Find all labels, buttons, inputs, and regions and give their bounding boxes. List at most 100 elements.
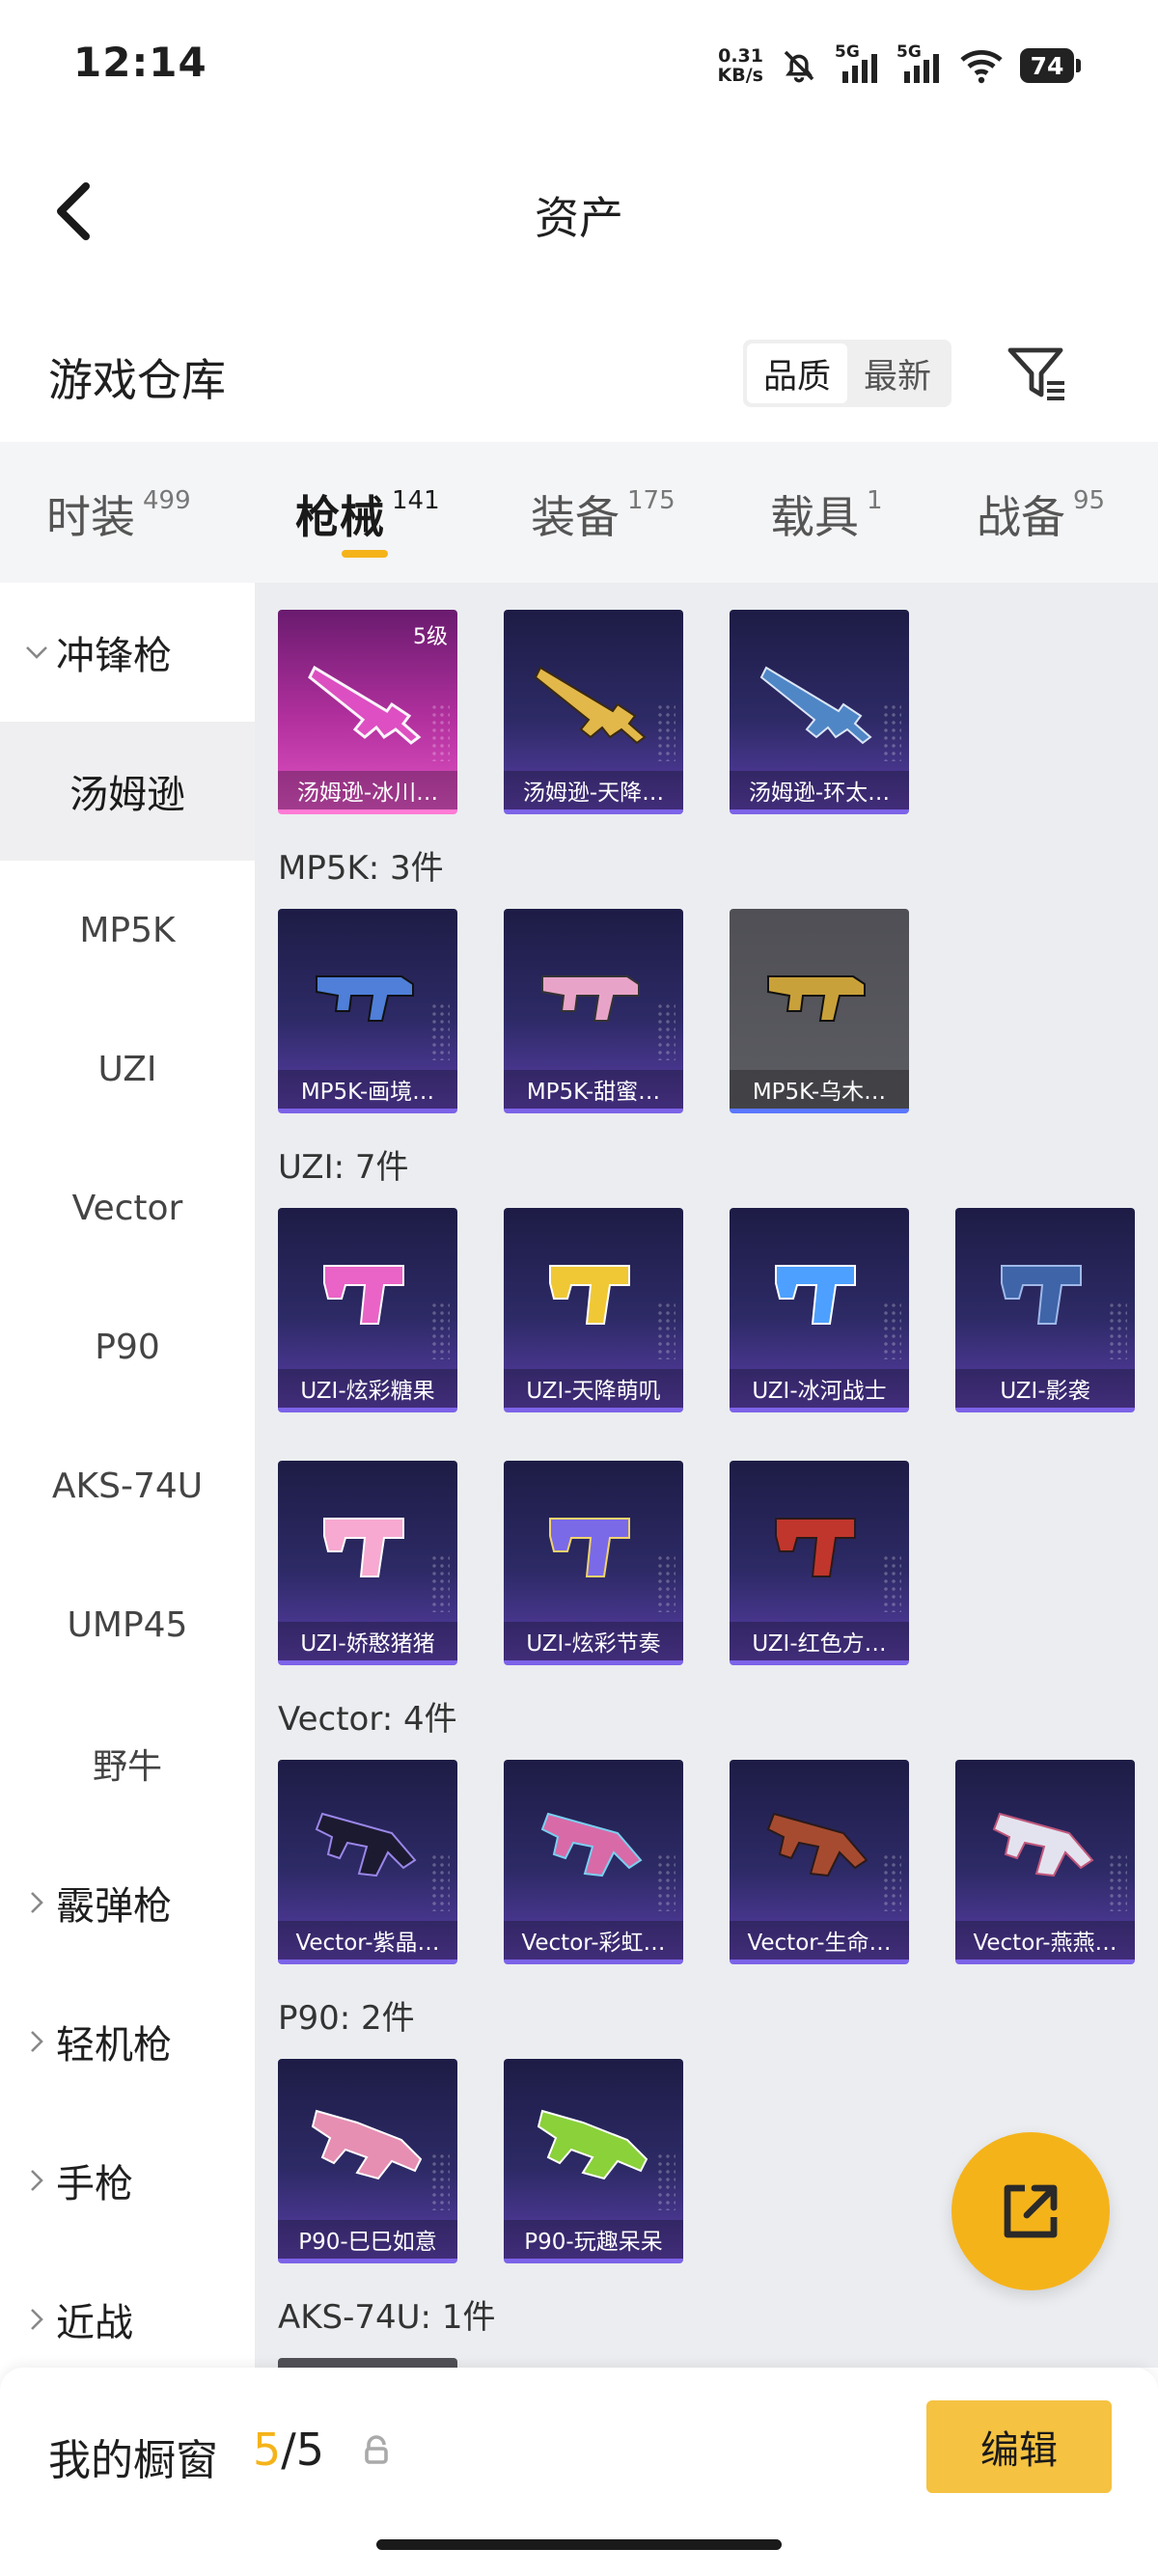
item-card-aks74u-1[interactable] <box>278 2358 457 2368</box>
chevron-right-icon <box>17 2029 56 2054</box>
battery-icon: 74 <box>1020 48 1081 83</box>
weapon-skin-icon <box>316 975 414 1022</box>
sidebar-category-label: 手枪 <box>56 2162 133 2206</box>
weapon-skin-icon <box>759 666 872 745</box>
network-speed-unit: KB/s <box>717 65 763 86</box>
sidebar-item-uzi[interactable]: UZI <box>0 1000 255 1138</box>
sidebar-category-pistol[interactable]: 手枪 <box>0 2111 255 2250</box>
weapon-skin-icon <box>311 2109 423 2180</box>
item-grid: 5级 汤姆逊-冰川… 汤姆逊-天降… 汤姆逊-环太… MP5K: 3件 MP5K… <box>255 583 1158 2368</box>
tab-weapons[interactable]: 枪械 141 <box>295 482 440 546</box>
item-card-p90-1[interactable]: P90-巳巳如意 <box>278 2059 457 2263</box>
item-name: UZI-冰河战士 <box>730 1369 909 1408</box>
sidebar-category-lmg[interactable]: 轻机枪 <box>0 1972 255 2111</box>
tab-vehicles[interactable]: 载具 1 <box>770 482 883 546</box>
network-type-label-2: 5G <box>896 42 922 62</box>
tab-supplies[interactable]: 战备 95 <box>977 482 1105 546</box>
edit-button[interactable]: 编辑 <box>926 2400 1112 2493</box>
showcase-count: 5 / 5 <box>253 2424 324 2476</box>
home-indicator[interactable] <box>376 2539 782 2550</box>
item-card-vector-3[interactable]: Vector-生命… <box>730 1760 909 1964</box>
tab-outfits[interactable]: 时装 499 <box>46 482 191 546</box>
weapon-skin-icon <box>767 975 866 1022</box>
sidebar-item-ump45[interactable]: UMP45 <box>0 1555 255 1694</box>
network-type-label: 5G <box>835 42 860 62</box>
wifi-icon <box>958 46 1005 85</box>
lock-icon <box>365 2435 388 2464</box>
chevron-right-icon <box>17 1890 56 1915</box>
sidebar-item-mp5k[interactable]: MP5K <box>0 861 255 1000</box>
item-card-thompson-3[interactable]: 汤姆逊-环太… <box>730 610 909 814</box>
tab-label: 战备 <box>977 491 1065 543</box>
showcase-used-count: 5 <box>253 2424 282 2476</box>
item-name: Vector-燕燕… <box>955 1921 1135 1959</box>
status-time: 12:14 <box>73 39 207 86</box>
sidebar-category-label: 霰弹枪 <box>56 1884 172 1929</box>
warehouse-title: 游戏仓库 <box>48 354 226 406</box>
tab-count: 499 <box>143 486 191 515</box>
sidebar-category-shotgun[interactable]: 霰弹枪 <box>0 1833 255 1972</box>
item-card-uzi-5[interactable]: UZI-娇憨猪猪 <box>278 1461 457 1665</box>
tab-label: 载具 <box>770 491 859 543</box>
sidebar-item-vector[interactable]: Vector <box>0 1138 255 1277</box>
item-name: Vector-彩虹… <box>504 1921 683 1959</box>
item-name: MP5K-乌木… <box>730 1070 909 1109</box>
sidebar-item-aks74u[interactable]: AKS-74U <box>0 1416 255 1555</box>
mute-bell-icon <box>779 45 819 86</box>
item-card-mp5k-2[interactable]: MP5K-甜蜜… <box>504 909 683 1113</box>
showcase-count-separator: / <box>281 2424 296 2476</box>
sort-quality-button[interactable]: 品质 <box>747 343 847 403</box>
weapon-skin-icon <box>537 2109 648 2180</box>
weapon-skin-icon <box>323 1518 404 1577</box>
item-card-thompson-1[interactable]: 5级 汤姆逊-冰川… <box>278 610 457 814</box>
page-title: 资产 <box>535 192 623 244</box>
item-card-vector-1[interactable]: Vector-紫晶… <box>278 1760 457 1964</box>
sidebar-category-label: 近战 <box>56 2301 133 2345</box>
weapon-skin-icon <box>541 975 640 1022</box>
item-name: UZI-炫彩节奏 <box>504 1622 683 1660</box>
chevron-right-icon <box>17 2168 56 2193</box>
weapon-skin-icon <box>766 1812 868 1877</box>
sidebar-category-smg[interactable]: 冲锋枪 <box>0 583 255 722</box>
item-name: UZI-娇憨猪猪 <box>278 1622 457 1660</box>
weapon-skin-icon <box>323 1265 404 1325</box>
item-card-p90-2[interactable]: P90-玩趣呆呆 <box>504 2059 683 2263</box>
share-button[interactable] <box>951 2132 1110 2290</box>
showcase-total-count: 5 <box>295 2424 325 2476</box>
item-card-vector-2[interactable]: Vector-彩虹… <box>504 1760 683 1964</box>
signal-icon-2: 5G <box>896 42 943 89</box>
item-name: UZI-天降萌叽 <box>504 1369 683 1408</box>
item-name: 汤姆逊-天降… <box>504 771 683 809</box>
item-card-thompson-2[interactable]: 汤姆逊-天降… <box>504 610 683 814</box>
tab-equipment[interactable]: 装备 175 <box>531 482 676 546</box>
item-name: Vector-生命… <box>730 1921 909 1959</box>
sort-newest-button[interactable]: 最新 <box>847 343 948 403</box>
item-name: 汤姆逊-冰川… <box>278 771 457 809</box>
sidebar-item-thompson[interactable]: 汤姆逊 <box>0 722 255 861</box>
sidebar-item-bison[interactable]: 野牛 <box>0 1694 255 1833</box>
item-name: Vector-紫晶… <box>278 1921 457 1959</box>
item-card-uzi-2[interactable]: UZI-天降萌叽 <box>504 1208 683 1412</box>
item-card-vector-4[interactable]: Vector-燕燕… <box>955 1760 1135 1964</box>
network-speed-value: 0.31 <box>718 45 763 67</box>
tab-count: 1 <box>867 486 883 515</box>
weapon-skin-icon <box>992 1812 1094 1877</box>
item-card-uzi-6[interactable]: UZI-炫彩节奏 <box>504 1461 683 1665</box>
item-card-uzi-4[interactable]: UZI-影袭 <box>955 1208 1135 1412</box>
item-card-mp5k-3[interactable]: MP5K-乌木… <box>730 909 909 1113</box>
sidebar-category-label: 轻机枪 <box>56 2023 172 2068</box>
weapon-skin-icon <box>549 1265 630 1325</box>
sidebar-item-p90[interactable]: P90 <box>0 1277 255 1416</box>
item-card-mp5k-1[interactable]: MP5K-画境… <box>278 909 457 1113</box>
filter-button[interactable] <box>1004 340 1071 407</box>
group-label-uzi: UZI: 7件 <box>278 1148 409 1187</box>
item-name: MP5K-甜蜜… <box>504 1070 683 1109</box>
chevron-right-icon <box>17 2307 56 2332</box>
item-card-uzi-1[interactable]: UZI-炫彩糖果 <box>278 1208 457 1412</box>
item-card-uzi-3[interactable]: UZI-冰河战士 <box>730 1208 909 1412</box>
network-speed: 0.31 KB/s <box>718 46 763 85</box>
item-card-uzi-7[interactable]: UZI-红色方… <box>730 1461 909 1665</box>
item-name: P90-巳巳如意 <box>278 2220 457 2259</box>
tab-label: 枪械 <box>295 491 384 543</box>
tab-label: 装备 <box>531 491 620 543</box>
